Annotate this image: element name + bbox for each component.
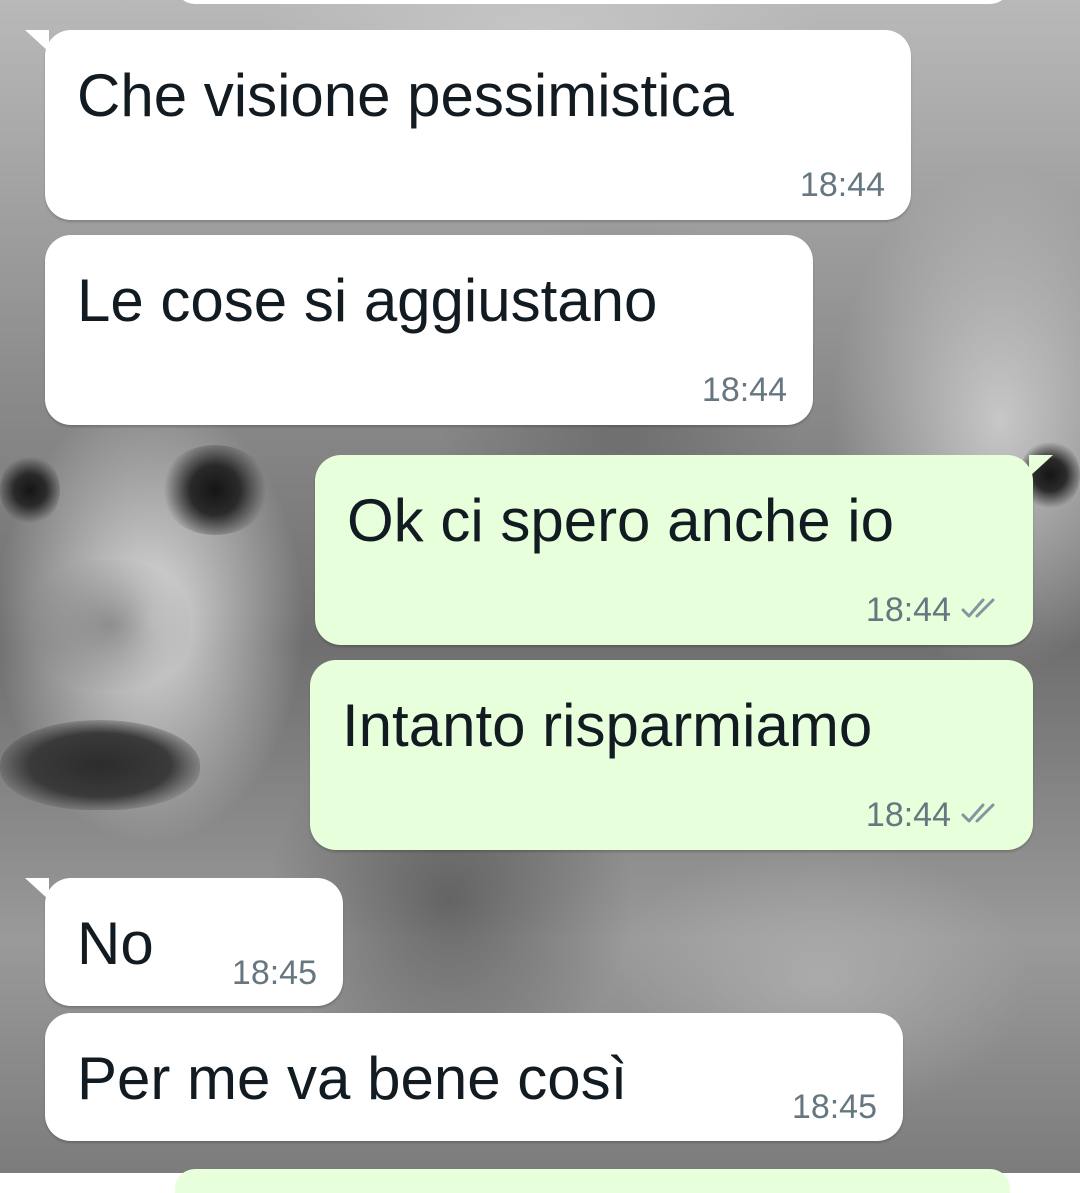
bubble-tail [25, 878, 49, 900]
message-timestamp: 18:44 [865, 796, 951, 834]
message-bubble[interactable]: Per me va bene così 18:45 [45, 1013, 903, 1141]
bubble-tail [25, 30, 49, 52]
message-bubble[interactable]: Ok ci spero anche io 18:44 [315, 455, 1053, 645]
wallpaper-eye [160, 445, 270, 535]
message-bubble[interactable]: Intanto risparmiamo 18:44 [310, 660, 1033, 850]
message-text: Le cose si aggiustano [77, 267, 658, 334]
message-text: Che visione pessimistica [77, 62, 734, 129]
message-text: No [77, 910, 154, 977]
wallpaper-eye [0, 455, 60, 525]
message-timestamp: 18:44 [799, 166, 885, 204]
message-text: Intanto risparmiamo [342, 692, 873, 759]
double-check-icon [961, 803, 995, 823]
message-timestamp: 18:45 [791, 1088, 877, 1126]
message-bubble[interactable]: Le cose si aggiustano 18:44 [45, 235, 813, 425]
message-timestamp: 18:45 [231, 954, 317, 992]
double-check-icon [961, 598, 995, 618]
message-text: Per me va bene così [77, 1045, 628, 1112]
message-bubble[interactable]: Che visione pessimistica 18:44 [25, 30, 911, 220]
previous-message-bubble [175, 0, 1010, 4]
message-timestamp: 18:44 [865, 591, 951, 629]
message-timestamp: 18:44 [701, 371, 787, 409]
message-text: Ok ci spero anche io [347, 487, 894, 554]
bubble-tail [1029, 455, 1053, 477]
wallpaper-lips [0, 720, 200, 810]
wallpaper-nose [30, 560, 190, 690]
message-bubble[interactable]: No 18:45 [25, 878, 343, 1006]
